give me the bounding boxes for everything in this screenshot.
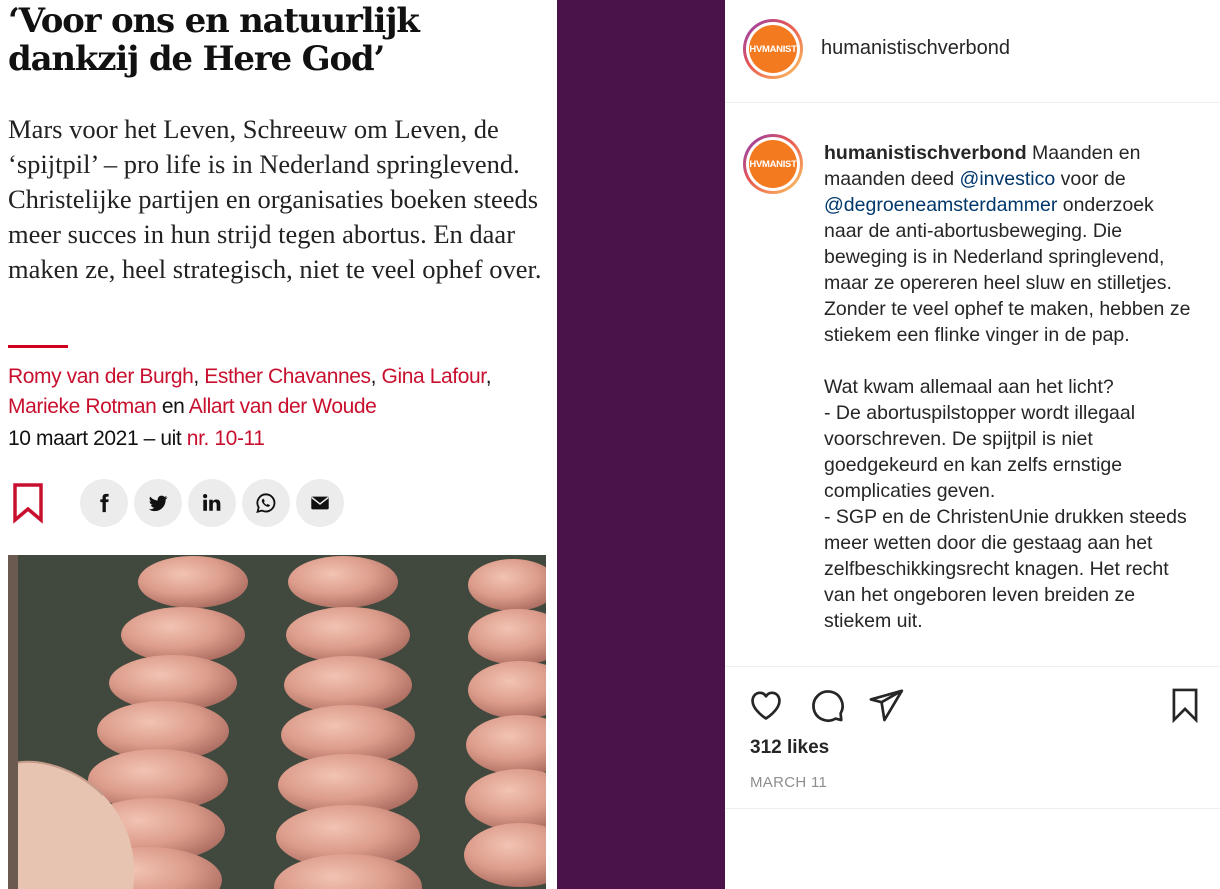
instagram-post: HVMANIST humanistischverbond HVMANIST hu… xyxy=(725,0,1220,889)
post-date: MARCH 11 xyxy=(750,774,828,791)
heart-icon[interactable] xyxy=(747,686,785,724)
share-icon[interactable] xyxy=(867,686,905,724)
article-photo xyxy=(8,555,546,889)
background-band xyxy=(557,0,725,889)
author-link[interactable]: Gina Lafour xyxy=(382,365,487,388)
article-title: ‘Voor ons en natuurlijk dankzij de Here … xyxy=(8,1,420,79)
author-link[interactable]: Allart van der Woude xyxy=(189,395,377,418)
article-lead: Mars voor het Leven, Schreeuw om Leven, … xyxy=(8,114,542,284)
caption-avatar[interactable]: HVMANIST xyxy=(743,134,803,194)
mail-icon[interactable] xyxy=(296,479,344,527)
article-date: 10 maart 2021 – uit nr. 10-11 xyxy=(8,427,265,450)
likes-count[interactable]: 312 likes xyxy=(750,737,829,759)
twitter-icon[interactable] xyxy=(134,479,182,527)
article-screenshot: ‘Voor ons en natuurlijk dankzij de Here … xyxy=(0,0,557,889)
bookmark-icon[interactable] xyxy=(12,482,44,524)
avatar-logo: HVMANIST xyxy=(749,25,797,73)
author-link[interactable]: Marieke Rotman xyxy=(8,395,157,418)
post-header: HVMANIST humanistischverbond xyxy=(725,0,1220,103)
author-link[interactable]: Romy van der Burgh xyxy=(8,365,194,388)
avatar-logo: HVMANIST xyxy=(749,140,797,188)
article-authors: Romy van der Burgh, Esther Chavannes, Gi… xyxy=(8,365,492,418)
post-caption: humanistischverbond Maanden en maanden d… xyxy=(824,142,1191,632)
username-link[interactable]: humanistischverbond xyxy=(821,37,1010,60)
share-bar xyxy=(80,479,344,527)
issue-link[interactable]: nr. 10-11 xyxy=(187,427,265,450)
avatar[interactable]: HVMANIST xyxy=(743,19,803,79)
save-icon[interactable] xyxy=(1166,686,1204,724)
divider xyxy=(725,666,1220,667)
caption-username[interactable]: humanistischverbond xyxy=(824,142,1027,164)
divider xyxy=(725,808,1220,809)
article-divider xyxy=(8,345,68,348)
mention-link[interactable]: @investico xyxy=(960,168,1056,190)
whatsapp-icon[interactable] xyxy=(242,479,290,527)
comment-icon[interactable] xyxy=(808,686,846,724)
mention-link[interactable]: @degroeneamsterdammer xyxy=(824,194,1057,216)
author-link[interactable]: Esther Chavannes xyxy=(204,365,371,388)
facebook-icon[interactable] xyxy=(80,479,128,527)
linkedin-icon[interactable] xyxy=(188,479,236,527)
